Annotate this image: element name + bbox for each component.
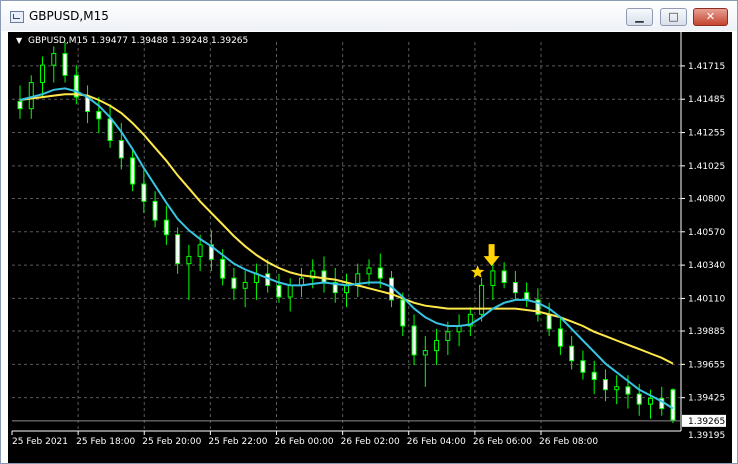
candle-body [107, 118, 113, 142]
price-label: 1.39885 [688, 327, 725, 337]
slow-moving-average-line [19, 93, 674, 365]
fast-moving-average-line [19, 87, 674, 410]
price-label: 1.39425 [688, 394, 725, 404]
candle-body [400, 299, 406, 327]
window-title: GBPUSD,M15 [29, 9, 109, 23]
candle-body [602, 379, 608, 391]
candle-body [434, 339, 440, 352]
candle-body [62, 53, 68, 76]
candle-body [231, 277, 237, 289]
chart-window: GBPUSD,M15 ▁ □ ✕ ▼ GBPUSD,M15 1.39477 1.… [0, 0, 738, 464]
candle-body [141, 183, 147, 202]
candle-body [501, 270, 507, 283]
price-label: 1.40340 [688, 261, 725, 271]
candle-body [118, 140, 124, 159]
price-label: 1.40570 [688, 228, 725, 238]
candle-body [512, 281, 518, 294]
candle-body [96, 111, 102, 120]
down-arrow-icon [483, 244, 500, 267]
candle-body [28, 82, 34, 110]
candle-body [377, 267, 383, 279]
star-icon [470, 265, 485, 278]
candle-body [411, 325, 417, 356]
candle-body [366, 267, 372, 275]
price-label: 1.39655 [688, 360, 725, 370]
candle-body [197, 244, 203, 257]
price-label: 1.40800 [688, 194, 725, 204]
candle-body [40, 64, 46, 84]
candle-body [569, 345, 575, 362]
time-label: 25 Feb 22:00 [208, 437, 267, 447]
candle-body [557, 328, 563, 347]
maximize-button[interactable]: □ [660, 8, 687, 26]
candle-body [163, 219, 169, 236]
time-label: 26 Feb 02:00 [341, 437, 400, 447]
candle-body [276, 284, 282, 298]
candle-body [479, 284, 485, 315]
candle-body [344, 284, 349, 294]
title-bar[interactable]: GBPUSD,M15 ▁ □ ✕ [1, 1, 737, 31]
time-label: 26 Feb 04:00 [407, 437, 466, 447]
candle-body [670, 389, 676, 421]
price-label: 1.40110 [688, 294, 725, 304]
candle-body [591, 371, 597, 381]
candle-body [287, 284, 293, 298]
candle-body [175, 234, 181, 265]
candle-body [152, 200, 158, 221]
time-label: 25 Feb 20:00 [142, 437, 201, 447]
time-label: 25 Feb 2021 [12, 437, 68, 447]
close-button[interactable]: ✕ [693, 8, 728, 26]
lowest-price-label: 1.39195 [688, 431, 725, 441]
candle-body [490, 270, 496, 286]
candle-body [625, 386, 631, 395]
price-label: 1.41715 [688, 62, 725, 72]
candle-body [17, 100, 23, 110]
candle-body [220, 258, 226, 279]
candle-body [130, 157, 136, 185]
time-label: 26 Feb 06:00 [473, 437, 532, 447]
chart-canvas[interactable]: 1.41715 1.41485 1.41255 1.41025 1.40800 1.405… [8, 32, 732, 463]
candle-body [614, 386, 620, 391]
candle-body [647, 397, 653, 405]
candle-body [242, 281, 248, 289]
price-chart[interactable]: ▼ GBPUSD,M15 1.39477 1.39488 1.39248 1.3… [8, 32, 732, 463]
price-label: 1.41025 [688, 162, 725, 172]
price-label: 1.41485 [688, 95, 725, 105]
candle-body [524, 292, 530, 301]
chart-window-icon [10, 11, 24, 23]
candle-body [422, 350, 428, 356]
candle-body [636, 393, 642, 405]
time-label: 26 Feb 00:00 [275, 437, 334, 447]
candle-body [546, 313, 552, 330]
time-label: 25 Feb 18:00 [76, 437, 135, 447]
candle-body [321, 270, 327, 283]
candle-body [580, 360, 586, 373]
time-label: 26 Feb 08:00 [539, 437, 598, 447]
candle-body [445, 331, 451, 341]
current-price-label: 1.39265 [688, 417, 725, 427]
minimize-button[interactable]: ▁ [626, 8, 653, 26]
candle-body [51, 53, 57, 66]
candle-body [186, 255, 192, 265]
price-label: 1.41255 [688, 129, 725, 139]
